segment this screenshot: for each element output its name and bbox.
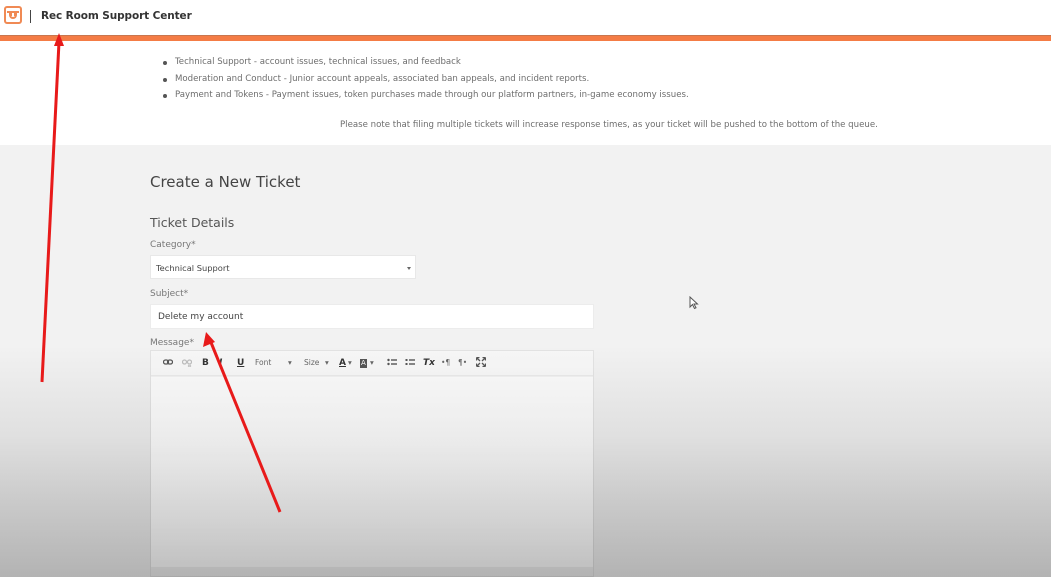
unlink-icon[interactable] (181, 357, 193, 369)
bold-button[interactable]: B (202, 357, 209, 369)
category-label: Category* (150, 240, 196, 250)
link-icon[interactable] (162, 357, 174, 369)
ticket-form-area: Create a New Ticket Ticket Details Categ… (0, 145, 1051, 577)
size-dropdown-caret[interactable]: ▾ (325, 357, 329, 369)
text-color-button[interactable]: A (339, 357, 346, 369)
ltr-button[interactable]: •¶ (441, 357, 450, 369)
rec-room-logo-icon[interactable] (4, 6, 22, 24)
queue-notice: Please note that filing multiple tickets… (340, 120, 878, 130)
page-title: Create a New Ticket (150, 173, 301, 191)
category-value: Technical Support (156, 263, 230, 273)
message-label: Message* (150, 338, 194, 348)
subject-input[interactable]: Delete my account (150, 304, 594, 329)
chevron-down-icon (407, 267, 411, 270)
subject-label: Subject* (150, 289, 189, 299)
list-item: Technical Support - account issues, tech… (160, 56, 689, 73)
list-item: Moderation and Conduct - Junior account … (160, 73, 689, 90)
list-item: Payment and Tokens - Payment issues, tok… (160, 89, 689, 106)
header-separator (30, 10, 31, 23)
size-dropdown[interactable]: Size (304, 357, 319, 369)
bg-color-glyph: A (360, 359, 367, 368)
font-dropdown-caret[interactable]: ▾ (288, 357, 292, 369)
rtl-button[interactable]: ¶• (458, 357, 467, 369)
section-title: Ticket Details (150, 215, 235, 230)
clear-format-button[interactable]: Tx (423, 357, 435, 369)
category-list: Technical Support - account issues, tech… (160, 56, 689, 106)
italic-button[interactable]: I (219, 357, 222, 369)
subject-value: Delete my account (158, 312, 244, 322)
bg-color-button[interactable]: A (360, 357, 367, 369)
category-select[interactable]: Technical Support (150, 255, 416, 279)
message-editor: B I U Font ▾ Size ▾ A ▾ A ▾ Tx •¶ ¶• (150, 350, 594, 577)
underline-button[interactable]: U (237, 357, 244, 369)
maximize-icon[interactable] (475, 356, 487, 369)
editor-toolbar: B I U Font ▾ Size ▾ A ▾ A ▾ Tx •¶ ¶• (151, 351, 593, 376)
top-bar: Rec Room Support Center (0, 0, 1051, 35)
app-title[interactable]: Rec Room Support Center (41, 10, 192, 22)
bg-color-caret[interactable]: ▾ (370, 357, 374, 369)
info-section: Technical Support - account issues, tech… (0, 41, 1051, 145)
mouse-cursor-icon (689, 295, 699, 314)
numbered-list-icon[interactable] (405, 357, 415, 369)
text-color-caret[interactable]: ▾ (348, 357, 352, 369)
font-dropdown[interactable]: Font (255, 357, 271, 369)
message-textarea[interactable] (151, 377, 593, 567)
bulleted-list-icon[interactable] (387, 357, 397, 369)
